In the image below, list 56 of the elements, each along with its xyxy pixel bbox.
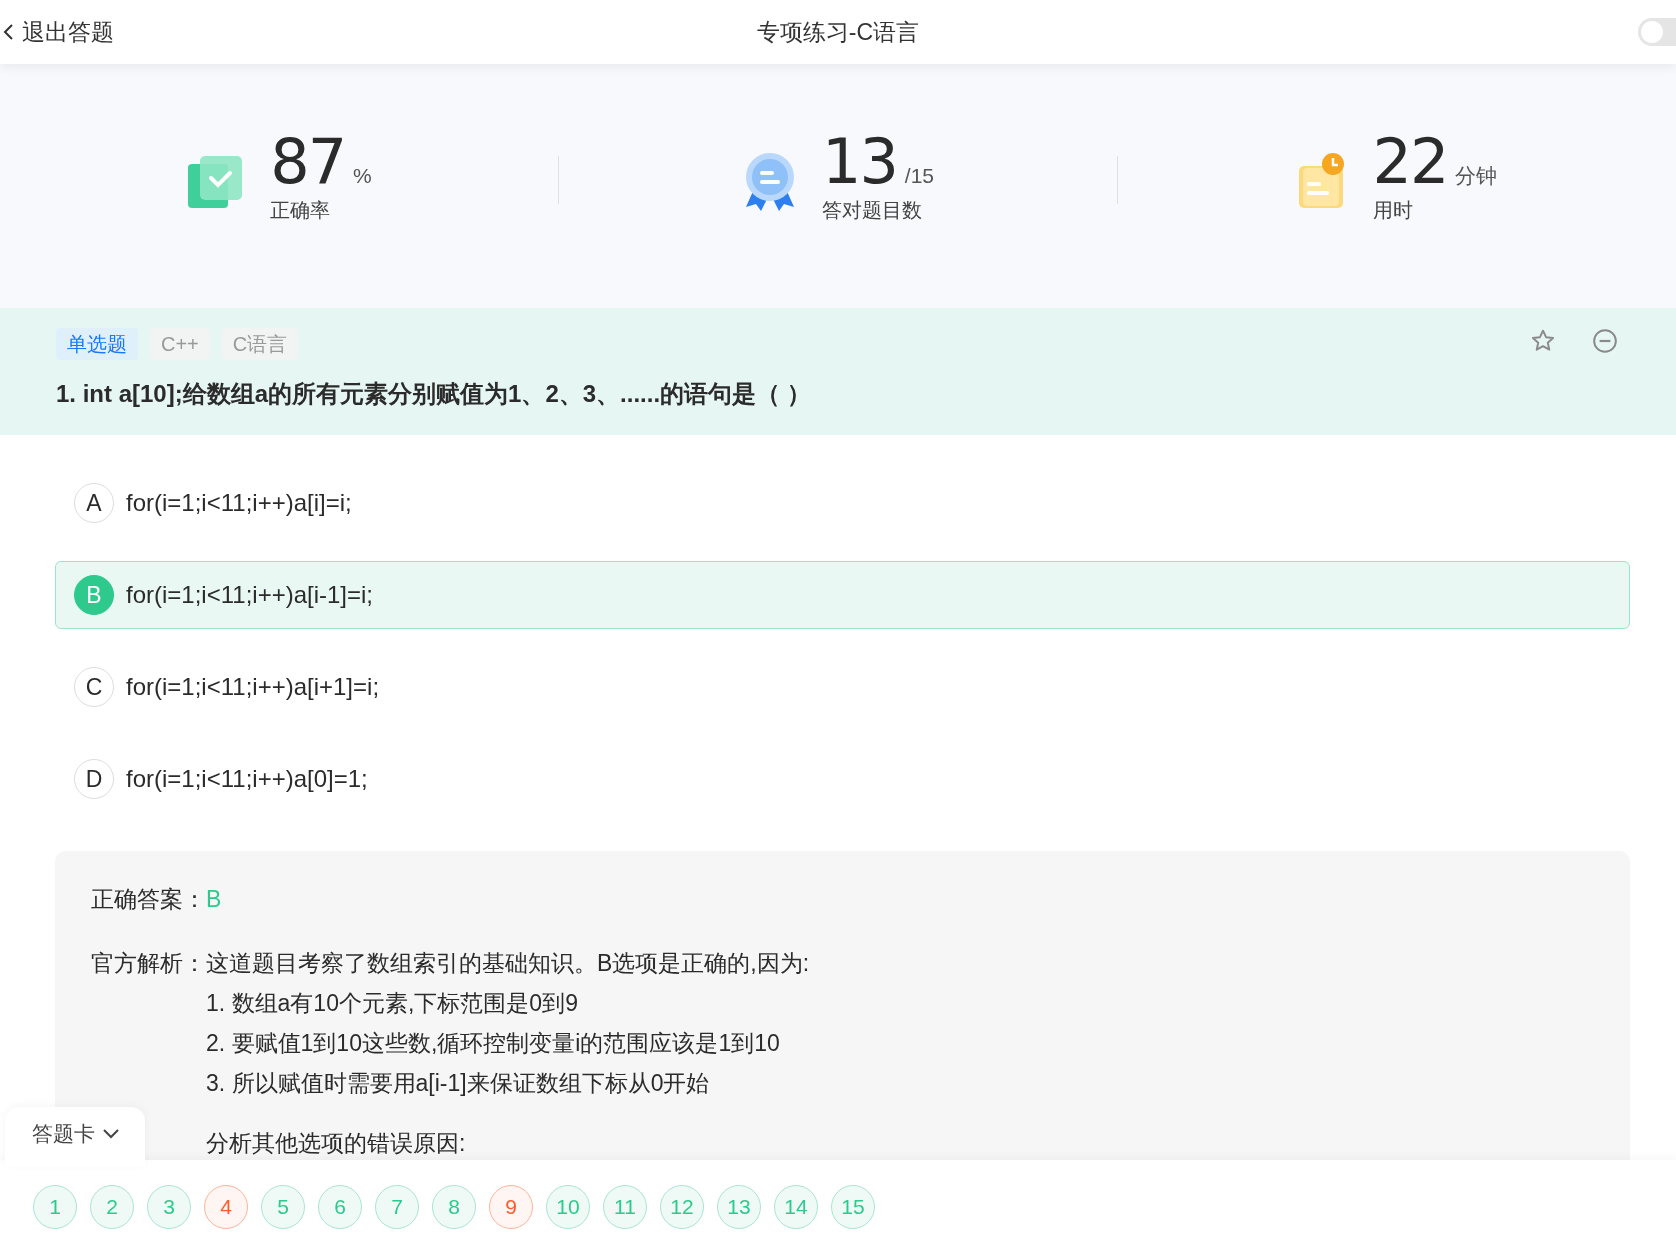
- question-number[interactable]: 7: [375, 1184, 419, 1229]
- question-number[interactable]: 8: [432, 1184, 476, 1229]
- question-number[interactable]: 4: [204, 1184, 248, 1229]
- question-number[interactable]: 15: [831, 1184, 875, 1229]
- option-letter: D: [74, 759, 114, 799]
- question-number[interactable]: 13: [717, 1184, 761, 1229]
- answer-label: 正确答案：: [91, 885, 206, 914]
- answer-option[interactable]: A for(i=1;i<11;i++)a[i]=i;: [55, 469, 1630, 537]
- question-tag: C语言: [221, 328, 299, 360]
- star-icon[interactable]: [1530, 328, 1556, 354]
- analysis-heading: 分析其他选项的错误原因:: [206, 1129, 467, 1158]
- question-number[interactable]: 10: [546, 1184, 590, 1229]
- analysis-line: 2. 要赋值1到10这些数,循环控制变量i的范围应该是1到10: [206, 1029, 781, 1058]
- stat-unit: 分钟: [1455, 162, 1498, 189]
- stat-value: 22: [1372, 128, 1448, 195]
- analysis-line: 3. 所以赋值时需要用a[i-1]来保证数组下标从0开始: [206, 1069, 711, 1098]
- question-number[interactable]: 11: [603, 1184, 647, 1229]
- question-number[interactable]: 6: [318, 1184, 362, 1229]
- page-title: 专项练习-C语言: [756, 18, 920, 45]
- toggle-switch[interactable]: [1638, 18, 1676, 46]
- question-number[interactable]: 1: [33, 1184, 77, 1229]
- question-number[interactable]: 5: [261, 1184, 305, 1229]
- option-letter: B: [74, 575, 114, 615]
- stat-unit: /15: [904, 163, 935, 188]
- question-number[interactable]: 9: [489, 1184, 533, 1229]
- analysis-label: 官方解析：: [91, 949, 206, 978]
- option-text: for(i=1;i<11;i++)a[i-1]=i;: [126, 581, 374, 609]
- question-number[interactable]: 3: [147, 1184, 191, 1229]
- analysis-line: 这道题目考察了数组索引的基础知识。B选项是正确的,因为:: [206, 949, 810, 978]
- option-letter: C: [74, 667, 114, 707]
- option-text: for(i=1;i<11;i++)a[i]=i;: [126, 489, 352, 517]
- question-tag: C++: [150, 328, 210, 360]
- stat-value: 13: [821, 128, 897, 195]
- question-number[interactable]: 12: [660, 1184, 704, 1229]
- stat-label: 正确率: [270, 197, 332, 223]
- back-button[interactable]: 退出答题: [0, 16, 114, 48]
- question-number[interactable]: 14: [774, 1184, 818, 1229]
- stat-unit: %: [353, 163, 372, 188]
- question-tag: 单选题: [56, 328, 138, 360]
- correct-answer: B: [206, 885, 222, 914]
- option-letter: A: [74, 483, 114, 523]
- option-text: for(i=1;i<11;i++)a[0]=1;: [126, 765, 368, 793]
- answer-option[interactable]: C for(i=1;i<11;i++)a[i+1]=i;: [55, 653, 1630, 721]
- stat-label: 用时: [1372, 197, 1414, 223]
- option-text: for(i=1;i<11;i++)a[i+1]=i;: [126, 673, 380, 701]
- stat-value: 87: [270, 128, 346, 195]
- chevron-down-icon: [102, 1129, 119, 1139]
- stat-label: 答对题目数: [821, 197, 923, 223]
- question-text: 1. int a[10];给数组a的所有元素分别赋值为1、2、3、......的语句是（ ）: [56, 379, 812, 409]
- answer-option[interactable]: B for(i=1;i<11;i++)a[i-1]=i;: [55, 561, 1630, 629]
- answer-card-tab[interactable]: 答题卡: [5, 1107, 145, 1167]
- analysis-line: 1. 数组a有10个元素,下标范围是0到9: [206, 989, 579, 1018]
- chevron-left-icon: [2, 23, 14, 41]
- answer-option[interactable]: D for(i=1;i<11;i++)a[0]=1;: [55, 745, 1630, 813]
- minus-circle-icon[interactable]: [1592, 328, 1618, 354]
- question-number[interactable]: 2: [90, 1184, 134, 1229]
